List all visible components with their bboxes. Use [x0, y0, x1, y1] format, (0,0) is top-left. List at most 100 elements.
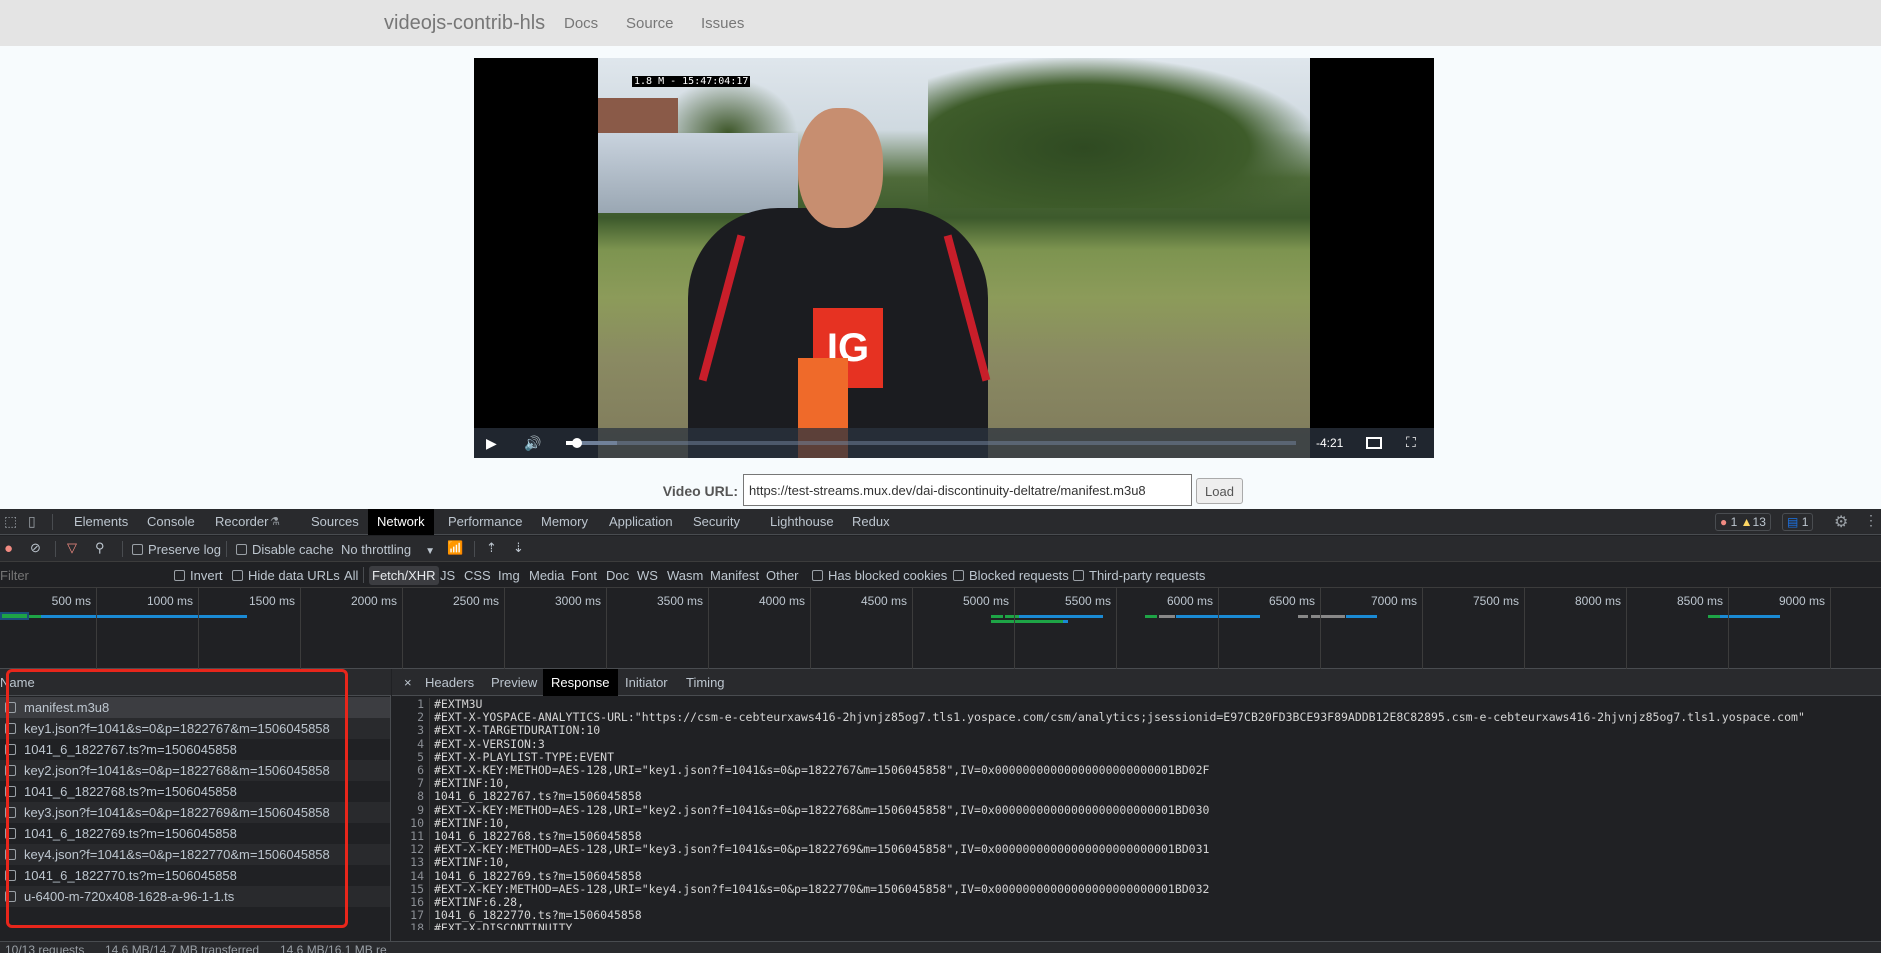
line-number: 2: [392, 711, 430, 725]
tab-lighthouse[interactable]: Lighthouse: [761, 509, 843, 535]
line-number: 1: [392, 698, 430, 712]
request-row[interactable]: u-6400-m-720x408-1628-a-96-1-1.ts: [0, 886, 390, 907]
timeline-tick-label: 7500 ms: [1472, 594, 1519, 608]
filter-input[interactable]: [0, 565, 160, 585]
tab-memory[interactable]: Memory: [532, 509, 597, 535]
tab-initiator[interactable]: Initiator: [617, 669, 676, 696]
timeline-gridline: [402, 588, 403, 669]
type-filter-manifest[interactable]: Manifest: [710, 568, 759, 583]
timeline-gridline: [708, 588, 709, 669]
tab-performance[interactable]: Performance: [439, 509, 531, 535]
type-filter-all[interactable]: All: [344, 568, 358, 583]
load-button[interactable]: Load: [1196, 478, 1243, 504]
third-party-requests-checkbox[interactable]: Third-party requests: [1073, 568, 1205, 583]
request-row[interactable]: key2.json?f=1041&s=0&p=1822768&m=1506045…: [0, 760, 390, 781]
search-icon[interactable]: ⚲: [95, 540, 105, 556]
request-name: 1041_6_1822769.ts?m=1506045858: [24, 826, 237, 841]
export-har-icon[interactable]: ⇣: [513, 540, 524, 556]
issues-badge[interactable]: ● 1 ▲13: [1715, 513, 1771, 531]
request-row[interactable]: 1041_6_1822769.ts?m=1506045858: [0, 823, 390, 844]
video-url-input[interactable]: [743, 474, 1192, 506]
hide-data-urls-label: Hide data URLs: [248, 568, 340, 583]
tab-preview[interactable]: Preview: [483, 669, 545, 696]
tab-application[interactable]: Application: [600, 509, 682, 535]
progress-handle[interactable]: [571, 438, 582, 448]
filter-bar: Invert Hide data URLs All Fetch/XHR JS C…: [0, 562, 1881, 588]
network-overview-timeline[interactable]: 500 ms 1000 ms 1500 ms 2000 ms 2500 ms 3000 m…: [0, 588, 1881, 669]
filter-icon[interactable]: ▽: [67, 540, 77, 556]
type-filter-wasm[interactable]: Wasm: [667, 568, 703, 583]
timeline-tick-label: 8000 ms: [1574, 594, 1621, 608]
request-row[interactable]: 1041_6_1822770.ts?m=1506045858: [0, 865, 390, 886]
request-row[interactable]: 1041_6_1822767.ts?m=1506045858: [0, 739, 390, 760]
type-filter-fetch-xhr[interactable]: Fetch/XHR: [369, 566, 439, 585]
throttling-select[interactable]: No throttling ▼: [341, 542, 435, 557]
tab-redux[interactable]: Redux: [843, 509, 899, 535]
fullscreen-icon[interactable]: ⛶: [1406, 434, 1416, 451]
disable-cache-checkbox[interactable]: Disable cache: [236, 542, 334, 557]
request-row[interactable]: key1.json?f=1041&s=0&p=1822767&m=1506045…: [0, 718, 390, 739]
type-filter-img[interactable]: Img: [498, 568, 520, 583]
volume-icon[interactable]: 🔊: [524, 435, 541, 452]
tab-security[interactable]: Security: [684, 509, 749, 535]
tab-console[interactable]: Console: [138, 509, 204, 535]
blocked-requests-checkbox[interactable]: Blocked requests: [953, 568, 1069, 583]
type-filter-js[interactable]: JS: [440, 568, 455, 583]
tab-elements[interactable]: Elements: [65, 509, 137, 535]
tab-headers[interactable]: Headers: [417, 669, 482, 696]
hide-data-urls-checkbox[interactable]: Hide data URLs: [232, 568, 340, 583]
timeline-gridline: [1218, 588, 1219, 669]
more-options-icon[interactable]: ⋮: [1864, 512, 1878, 529]
request-row[interactable]: manifest.m3u8: [0, 697, 390, 718]
type-filter-media[interactable]: Media: [529, 568, 564, 583]
type-filter-other[interactable]: Other: [766, 568, 799, 583]
type-filter-font[interactable]: Font: [571, 568, 597, 583]
messages-badge[interactable]: ▤ 1: [1782, 513, 1814, 531]
error-icon: ●: [1720, 515, 1728, 529]
tab-network[interactable]: Network: [368, 509, 434, 535]
tab-sources[interactable]: Sources: [302, 509, 368, 535]
error-count: 1: [1730, 515, 1738, 529]
warning-icon: ▲: [1740, 515, 1753, 529]
clear-icon[interactable]: ⊘: [30, 540, 41, 556]
request-row[interactable]: key4.json?f=1041&s=0&p=1822770&m=1506045…: [0, 844, 390, 865]
line-text: #EXT-X-KEY:METHOD=AES-128,URI="key4.json…: [434, 881, 1210, 896]
waterfall-bar: [1298, 615, 1308, 618]
request-row[interactable]: key3.json?f=1041&s=0&p=1822769&m=1506045…: [0, 802, 390, 823]
picture-in-picture-icon[interactable]: [1366, 437, 1382, 449]
type-filter-ws[interactable]: WS: [637, 568, 658, 583]
flask-icon: ⚗: [270, 516, 280, 528]
video-player[interactable]: IG 1.8 M - 15:47:04:17 ▶ 🔊 -4:21 ⛶: [474, 58, 1434, 458]
device-toolbar-icon[interactable]: ▯: [28, 513, 36, 530]
tab-response[interactable]: Response: [543, 669, 618, 696]
timeline-gridline: [1320, 588, 1321, 669]
invert-checkbox[interactable]: Invert: [174, 568, 223, 583]
has-blocked-cookies-checkbox[interactable]: Has blocked cookies: [812, 568, 947, 583]
tab-timing[interactable]: Timing: [678, 669, 733, 696]
timeline-gridline: [1524, 588, 1525, 669]
name-column-header[interactable]: Name: [0, 669, 391, 696]
network-toolbar: ● ⊘ ▽ ⚲ Preserve log Disable cache No th…: [0, 536, 1881, 562]
nav-issues-link[interactable]: Issues: [701, 15, 744, 32]
type-filter-css[interactable]: CSS: [464, 568, 491, 583]
type-filter-doc[interactable]: Doc: [606, 568, 629, 583]
response-body[interactable]: 1 #EXTM3U 2 #EXT-X-YOSPACE-ANALYTICS-URL:"h…: [392, 698, 1881, 930]
code-line: 13 #EXTINF:10,: [392, 856, 1881, 870]
import-har-icon[interactable]: ⇡: [486, 540, 497, 556]
site-brand-link[interactable]: videojs-contrib-hls: [384, 12, 545, 35]
request-name: 1041_6_1822770.ts?m=1506045858: [24, 868, 237, 883]
nav-docs-link[interactable]: Docs: [564, 15, 598, 32]
network-conditions-icon[interactable]: 📶: [447, 540, 463, 556]
detail-tab-bar: × Headers Preview Response Initiator Tim…: [392, 669, 1881, 696]
play-icon[interactable]: ▶: [486, 435, 497, 452]
timeline-tick-label: 6000 ms: [1166, 594, 1213, 608]
nav-source-link[interactable]: Source: [626, 15, 674, 32]
inspect-element-icon[interactable]: ⬚: [4, 513, 17, 530]
timeline-tick-label: 9000 ms: [1778, 594, 1825, 608]
settings-gear-icon[interactable]: ⚙: [1834, 512, 1848, 532]
tab-recorder[interactable]: Recorder: [206, 509, 277, 535]
preserve-log-checkbox[interactable]: Preserve log: [132, 542, 221, 557]
request-row[interactable]: 1041_6_1822768.ts?m=1506045858: [0, 781, 390, 802]
progress-slider[interactable]: [566, 438, 1296, 448]
record-icon[interactable]: ●: [4, 540, 13, 557]
